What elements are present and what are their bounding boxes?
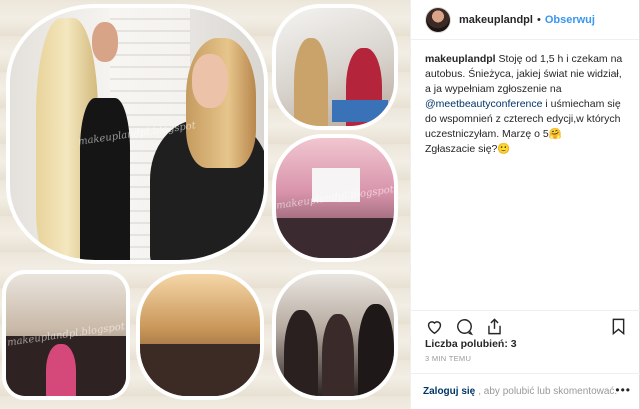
product-box — [332, 100, 388, 122]
artist-face — [92, 22, 118, 62]
audience — [276, 218, 394, 258]
photo-hall — [136, 270, 264, 400]
post-image[interactable]: makeuplandpl.blogspot makeuplandpl.blogs… — [0, 0, 410, 409]
audience — [140, 344, 260, 396]
avatar[interactable] — [425, 6, 451, 33]
username-link[interactable]: makeuplandpl — [459, 14, 533, 26]
post-caption: makeuplandpl Stoję od 1,5 h i czekam na … — [411, 40, 639, 310]
person-figure — [294, 38, 328, 126]
person-figure — [358, 304, 394, 396]
photo-audience-left: makeuplandpl.blogspot — [2, 270, 130, 400]
post-panel: makeuplandpl • Obserwuj makeuplandpl Sto… — [410, 0, 640, 409]
login-link[interactable]: Zaloguj się — [423, 386, 475, 397]
caption-question: Zgłaszacie się?🙂 — [425, 143, 511, 155]
post-timestamp[interactable]: 3 MIN TEMU — [425, 354, 471, 363]
caption-username[interactable]: makeuplandpl — [425, 53, 496, 65]
share-icon[interactable] — [483, 316, 505, 338]
post-header: makeuplandpl • Obserwuj — [411, 0, 639, 40]
more-options-icon[interactable]: ••• — [615, 383, 631, 397]
mention-link[interactable]: @meetbeautyconference — [425, 98, 542, 110]
photo-participants — [272, 270, 398, 400]
person-figure — [46, 344, 76, 396]
photo-makeup-artist: makeuplandpl.blogspot — [6, 4, 268, 264]
person-figure — [322, 314, 354, 396]
action-bar — [411, 310, 640, 338]
artist-body — [80, 98, 130, 260]
person-figure — [284, 310, 318, 396]
login-prompt: Zaloguj się, aby polubić lub skomentować… — [411, 373, 640, 409]
bookmark-icon[interactable] — [607, 316, 629, 338]
model-face — [192, 54, 228, 108]
photo-conference-room: makeuplandpl.blogspot — [272, 134, 398, 262]
separator-dot: • — [536, 13, 541, 26]
heart-icon[interactable] — [423, 316, 445, 338]
follow-button[interactable]: Obserwuj — [545, 14, 595, 26]
likes-count[interactable]: Liczba polubień: 3 — [425, 338, 517, 350]
login-prompt-text: , aby polubić lub skomentować. — [478, 386, 618, 397]
photo-beauty-stand — [272, 4, 398, 130]
comment-icon[interactable] — [453, 316, 475, 338]
